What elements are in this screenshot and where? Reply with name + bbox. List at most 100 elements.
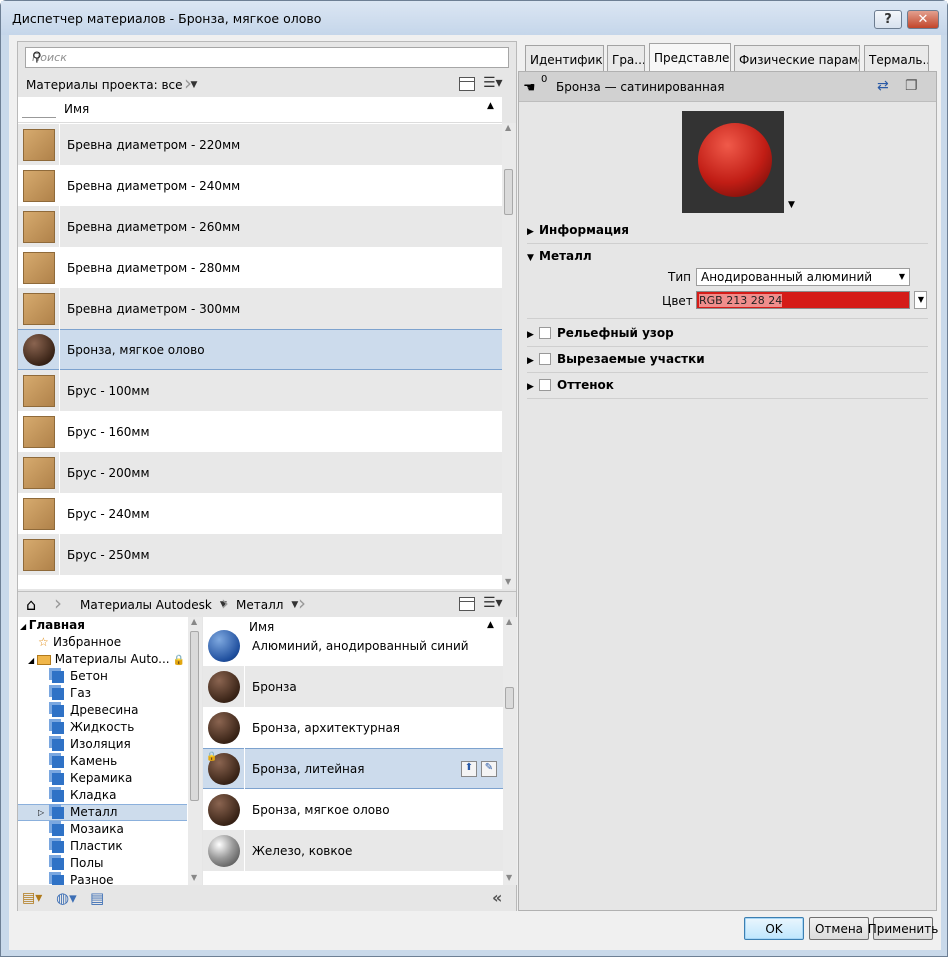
table-row[interactable]: Бревна диаметром - 240мм	[18, 165, 502, 206]
section-relief[interactable]: ▶ Рельефный узор	[527, 321, 928, 347]
search-input[interactable]: Поиск ⚲	[25, 47, 509, 68]
scroll-down-icon[interactable]: ▼	[506, 873, 512, 882]
tint-checkbox[interactable]	[539, 379, 551, 391]
color-swatch[interactable]: RGB 213 28 24	[696, 291, 910, 309]
tree-item[interactable]: ▷ Металл	[18, 804, 187, 821]
duplicate-asset-icon[interactable]: ❐	[905, 78, 918, 94]
chevron-down-icon: ▼	[898, 272, 905, 281]
tree-item[interactable]: Изоляция	[18, 736, 187, 753]
toggle-panel-icon[interactable]	[459, 77, 475, 91]
help-button[interactable]: ?	[874, 10, 902, 29]
tree-item[interactable]: Керамика	[18, 770, 187, 787]
preview-options-icon[interactable]: ▼	[788, 200, 795, 210]
type-dropdown[interactable]: Анодированный алюминий ▼	[696, 268, 910, 286]
section-info[interactable]: ▶ Информация	[527, 218, 928, 244]
collapse-library-icon[interactable]: «	[492, 888, 502, 907]
table-row[interactable]: Брус - 200мм	[18, 452, 502, 493]
section-metal-header[interactable]: ▼ Металл	[527, 244, 592, 270]
close-button[interactable]: ✕	[907, 10, 939, 29]
ok-button[interactable]: OK	[744, 917, 804, 940]
search-icon[interactable]: ⚲	[32, 50, 505, 65]
tab-2[interactable]: Представле...	[649, 43, 731, 71]
tree-item[interactable]: Мозаика	[18, 821, 187, 838]
table-row[interactable]: Бревна диаметром - 260мм	[18, 206, 502, 247]
table-row[interactable]: Брус - 250мм	[18, 534, 502, 575]
tab-4[interactable]: Термаль...	[864, 45, 929, 71]
asset-browser-icon[interactable]: ▤	[90, 889, 104, 907]
material-preview[interactable]	[682, 111, 784, 213]
relief-checkbox[interactable]	[539, 327, 551, 339]
scrollbar-thumb[interactable]	[504, 169, 513, 215]
tab-1[interactable]: Гра...	[607, 45, 645, 71]
color-options-dropdown[interactable]: ▼	[914, 291, 927, 309]
library-crumb-autodesk[interactable]: Материалы Autodesk ▼	[80, 595, 227, 614]
table-row[interactable]: Брус - 100мм	[18, 370, 502, 411]
cancel-button[interactable]: Отмена	[809, 917, 869, 940]
tree-item[interactable]: Бетон	[18, 668, 187, 685]
tree-item[interactable]: Жидкость	[18, 719, 187, 736]
material-editor: Идентифик...Гра...Представле...Физически…	[518, 41, 937, 911]
table-row[interactable]: Бревна диаметром - 220мм	[18, 124, 502, 165]
material-thumbnail	[18, 534, 60, 575]
tree-item[interactable]: Камень	[18, 753, 187, 770]
tree-item[interactable]: ◢ Материалы Auto... 🔒	[18, 651, 187, 668]
collapse-icon[interactable]: ◢	[28, 656, 37, 665]
expand-icon[interactable]: ▷	[38, 805, 44, 820]
library-folder-icon[interactable]: ▤▾	[22, 890, 42, 906]
table-header[interactable]: Имя ▲	[18, 97, 502, 123]
list-item[interactable]: Железо, ковкое	[203, 830, 503, 871]
toggle-panel-icon[interactable]	[459, 597, 475, 611]
table-row[interactable]: Брус - 240мм	[18, 493, 502, 534]
scroll-down-icon[interactable]: ▼	[505, 577, 511, 586]
tree-item[interactable]: ☆ Избранное	[18, 634, 187, 651]
library-table-scrollbar[interactable]: ▲ ▼	[503, 617, 517, 885]
list-item[interactable]: Бронза	[203, 666, 503, 707]
create-material-icon[interactable]: ◍▾	[56, 889, 77, 907]
tree-item[interactable]: Древесина	[18, 702, 187, 719]
project-filter-label: Материалы проекта: все	[26, 77, 183, 92]
project-filter-dropdown[interactable]: Материалы проекта: все ▼	[26, 75, 197, 94]
scroll-down-icon[interactable]: ▼	[191, 873, 197, 882]
project-table-scrollbar[interactable]: ▲ ▼	[502, 123, 516, 589]
category-icon	[52, 874, 64, 885]
view-options-icon[interactable]: ☰▾	[483, 75, 503, 91]
scrollbar-thumb[interactable]	[190, 631, 199, 801]
scrollbar-thumb[interactable]	[505, 687, 514, 709]
view-options-icon[interactable]: ☰▾	[483, 595, 503, 611]
row-label: Бревна диаметром - 280мм	[67, 260, 241, 275]
scroll-up-icon[interactable]: ▲	[191, 617, 197, 626]
list-item[interactable]: Алюминий, анодированный синий	[203, 625, 503, 666]
tree-scrollbar[interactable]: ▲ ▼	[188, 617, 202, 885]
tab-0[interactable]: Идентифик...	[525, 45, 604, 71]
library-crumb-metal[interactable]: Металл ▼	[236, 595, 298, 614]
edit-material-icon[interactable]: ✎	[481, 761, 497, 777]
apply-button[interactable]: Применить	[868, 917, 938, 940]
add-to-document-icon[interactable]: ⬆	[461, 761, 477, 777]
column-name-header: Имя	[64, 102, 90, 116]
collapse-icon[interactable]: ◢	[20, 622, 29, 631]
section-metal-label: Металл	[539, 249, 592, 263]
table-row[interactable]: Бревна диаметром - 300мм	[18, 288, 502, 329]
tree-item[interactable]: Газ	[18, 685, 187, 702]
scroll-up-icon[interactable]: ▲	[505, 123, 511, 132]
list-item[interactable]: Бронза, архитектурная	[203, 707, 503, 748]
tree-item[interactable]: Полы	[18, 855, 187, 872]
tree-item[interactable]: Разное	[18, 872, 187, 885]
tree-item[interactable]: ◢ Главная	[18, 617, 187, 634]
home-icon[interactable]: ⌂	[26, 595, 36, 614]
scroll-up-icon[interactable]: ▲	[506, 617, 512, 626]
table-row[interactable]: Брус - 160мм	[18, 411, 502, 452]
section-cutouts[interactable]: ▶ Вырезаемые участки	[527, 347, 928, 373]
replace-asset-icon[interactable]: ⇄	[877, 78, 889, 94]
tab-3[interactable]: Физические параме...	[734, 45, 860, 71]
category-icon	[52, 670, 64, 683]
tree-item[interactable]: Пластик	[18, 838, 187, 855]
row-label: Бревна диаметром - 300мм	[67, 301, 241, 316]
list-item[interactable]: Бронза, мягкое олово	[203, 789, 503, 830]
cutouts-checkbox[interactable]	[539, 353, 551, 365]
table-row[interactable]: Бронза, мягкое олово	[18, 329, 502, 370]
section-tint[interactable]: ▶ Оттенок	[527, 373, 928, 399]
table-row[interactable]: Бревна диаметром - 280мм	[18, 247, 502, 288]
tree-item[interactable]: Кладка	[18, 787, 187, 804]
list-item[interactable]: Бронза, литейная 🔒 ⬆ ✎	[203, 748, 503, 789]
